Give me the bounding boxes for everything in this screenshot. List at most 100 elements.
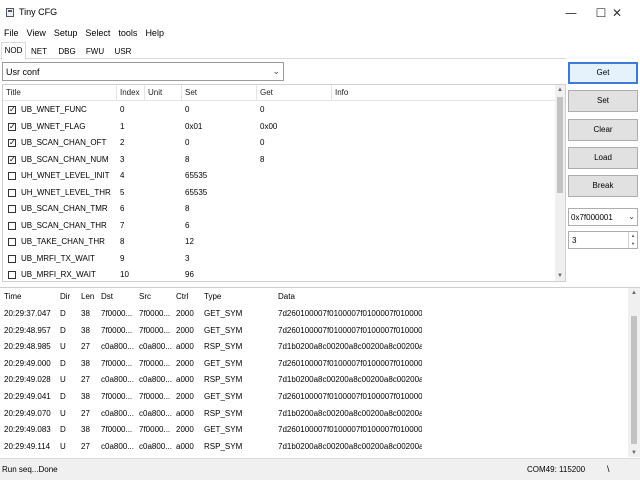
scroll-down-icon[interactable]: ▼ xyxy=(555,271,565,281)
row-checkbox[interactable]: ✓ xyxy=(8,106,16,114)
log-row[interactable]: 20:29:49.083 D 38 7f0000... 7f0000... 2000 GET… xyxy=(0,421,628,438)
log-row[interactable]: 20:29:49.041 D 38 7f0000... 7f0000... 2000 GET… xyxy=(0,388,628,405)
column-header-dir[interactable]: Dir xyxy=(56,288,77,305)
table-row[interactable]: ✓ UB_SCAN_CHAN_OFT 2 0 0 xyxy=(3,135,557,151)
cell-set[interactable]: 3 xyxy=(182,251,257,267)
menu-view[interactable]: View xyxy=(23,26,50,41)
column-header-ctrl[interactable]: Ctrl xyxy=(172,288,200,305)
log-cell-len: 38 xyxy=(81,392,90,401)
log-row[interactable]: 20:29:49.028 U 27 c0a800... c0a800... a000 RSP… xyxy=(0,371,628,388)
table-row[interactable]: UH_WNET_LEVEL_INIT 4 65535 xyxy=(3,168,557,184)
tab-fwu[interactable]: FWU xyxy=(84,44,106,59)
tab-net[interactable]: NET xyxy=(28,44,50,59)
table-row[interactable]: UB_TAKE_CHAN_THR 8 12 xyxy=(3,234,557,250)
log-row[interactable]: 20:29:48.985 U 27 c0a800... c0a800... a000 RSP… xyxy=(0,338,628,355)
cell-index: 0 xyxy=(120,105,125,114)
tab-nod[interactable]: NOD xyxy=(1,42,26,60)
column-header-info[interactable]: Info xyxy=(332,85,557,101)
log-row[interactable]: 20:29:49.070 U 27 c0a800... c0a800... a000 RSP… xyxy=(0,405,628,422)
log-cell-dir: D xyxy=(60,358,66,368)
scrollbar-thumb[interactable] xyxy=(631,316,637,444)
cell-index: 8 xyxy=(120,237,125,246)
row-checkbox[interactable]: ✓ xyxy=(8,139,16,147)
cell-get: 0 xyxy=(260,138,265,147)
tab-usr[interactable]: USR xyxy=(112,44,134,59)
log-cell-len: 27 xyxy=(81,441,90,451)
column-header-data[interactable]: Data xyxy=(274,288,422,305)
column-header-dst[interactable]: Dst xyxy=(97,288,135,305)
table-row[interactable]: UB_MRFI_RX_WAIT 10 96 xyxy=(3,267,557,281)
menu-setup[interactable]: Setup xyxy=(50,26,82,41)
column-header-src[interactable]: Src xyxy=(135,288,172,305)
cell-index: 5 xyxy=(120,187,125,197)
scroll-down-icon[interactable]: ▼ xyxy=(628,448,640,457)
address-select[interactable]: 0x7f000001 ⌄ xyxy=(568,208,638,226)
column-header-len[interactable]: Len xyxy=(77,288,97,305)
tab-dbg[interactable]: DBG xyxy=(56,44,78,59)
row-checkbox[interactable]: ✓ xyxy=(8,122,16,131)
clear-button[interactable]: Clear xyxy=(568,119,638,141)
row-checkbox[interactable] xyxy=(8,271,16,279)
scroll-up-icon[interactable]: ▲ xyxy=(555,85,565,95)
column-header-title[interactable]: Title xyxy=(3,85,117,101)
scroll-up-icon[interactable]: ▲ xyxy=(628,288,640,298)
cell-set[interactable]: 0 xyxy=(182,135,257,151)
cell-set[interactable]: 6 xyxy=(182,218,257,234)
row-checkbox[interactable] xyxy=(8,188,16,197)
log-cell-type: GET_SYM xyxy=(204,425,243,435)
table-row[interactable]: ✓ UB_WNET_FUNC 0 0 0 xyxy=(3,102,557,118)
column-header-get[interactable]: Get xyxy=(257,85,332,101)
column-header-unit[interactable]: Unit xyxy=(145,85,182,101)
row-checkbox[interactable] xyxy=(8,238,16,246)
log-cell-ctrl: 2000 xyxy=(176,325,194,335)
menu-file[interactable]: File xyxy=(0,26,23,41)
cell-title: UB_WNET_FUNC xyxy=(21,105,87,114)
cell-set[interactable]: 96 xyxy=(182,267,257,281)
close-button[interactable]: ✕ xyxy=(594,0,640,26)
cell-set[interactable]: 65535 xyxy=(182,185,257,201)
cell-set[interactable]: 65535 xyxy=(182,168,257,184)
row-checkbox[interactable]: ✓ xyxy=(8,155,16,164)
log-row[interactable]: 20:29:49.000 D 38 7f0000... 7f0000... 2000 GET… xyxy=(0,355,628,372)
cell-set[interactable]: 0 xyxy=(182,102,257,118)
row-checkbox[interactable] xyxy=(8,221,16,230)
column-header-type[interactable]: Type xyxy=(200,288,274,305)
spin-arrows-icon[interactable]: ▲ ▼ xyxy=(628,232,637,248)
cell-set[interactable]: 12 xyxy=(182,234,257,250)
menu-help[interactable]: Help xyxy=(141,26,168,41)
column-header-time[interactable]: Time xyxy=(0,288,56,305)
table-row[interactable]: UB_SCAN_CHAN_TMR 6 8 xyxy=(3,201,557,217)
row-checkbox[interactable] xyxy=(8,254,16,263)
load-button[interactable]: Load xyxy=(568,147,638,169)
message-log-scrollbar[interactable]: ▲ ▼ xyxy=(628,288,640,457)
cell-set[interactable]: 8 xyxy=(182,201,257,217)
log-cell-data: 7d1b0200a8c00200a8c00200a8c00200a... xyxy=(278,375,422,385)
table-row[interactable]: UB_SCAN_CHAN_THR 7 6 xyxy=(3,218,557,234)
row-checkbox[interactable] xyxy=(8,172,16,180)
table-row[interactable]: UB_MRFI_TX_WAIT 9 3 xyxy=(3,251,557,267)
cell-get: 0 xyxy=(260,105,265,114)
log-row[interactable]: 20:29:49.114 U 27 c0a800... c0a800... a000 RSP… xyxy=(0,438,628,455)
config-select[interactable]: Usr conf ⌄ xyxy=(2,62,284,81)
table-row[interactable]: ✓ UB_SCAN_CHAN_NUM 3 8 8 xyxy=(3,152,557,168)
menu-tools[interactable]: tools xyxy=(114,26,141,41)
column-header-index[interactable]: Index xyxy=(117,85,145,101)
log-row[interactable]: 20:29:48.957 D 38 7f0000... 7f0000... 2000 GET… xyxy=(0,322,628,339)
get-button[interactable]: Get xyxy=(568,62,638,84)
log-cell-dst: 7f0000... xyxy=(101,425,133,435)
column-header-set[interactable]: Set xyxy=(182,85,257,101)
scrollbar-thumb[interactable] xyxy=(557,97,563,193)
cell-set[interactable]: 0x01 xyxy=(182,119,257,135)
parameter-table-scrollbar[interactable]: ▲ ▼ xyxy=(555,85,565,281)
break-button[interactable]: Break xyxy=(568,175,638,197)
count-stepper[interactable]: 3 ▲ ▼ xyxy=(568,231,638,249)
log-row[interactable]: 20:29:37.047 D 38 7f0000... 7f0000... 2000 GET… xyxy=(0,305,628,322)
table-row[interactable]: UH_WNET_LEVEL_THR 5 65535 xyxy=(3,185,557,201)
menu-select[interactable]: Select xyxy=(81,26,114,41)
row-checkbox[interactable] xyxy=(8,205,16,213)
resize-grip-icon[interactable]: \ xyxy=(607,464,610,474)
table-row[interactable]: ✓ UB_WNET_FLAG 1 0x01 0x00 xyxy=(3,119,557,135)
cell-set[interactable]: 8 xyxy=(182,152,257,168)
set-button[interactable]: Set xyxy=(568,90,638,112)
cell-get xyxy=(257,267,332,281)
